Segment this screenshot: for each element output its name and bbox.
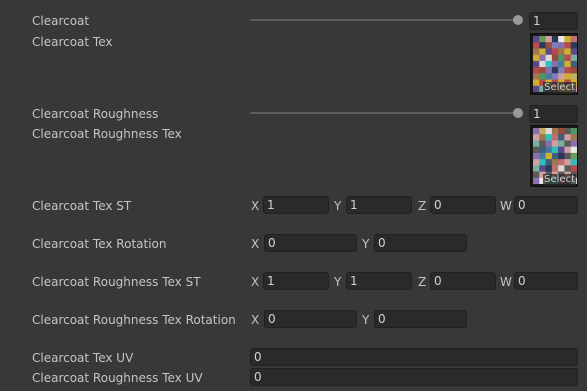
clearcoat-tex-uv-field[interactable]: 0 [250, 348, 578, 366]
clearcoat-value-field[interactable]: 1 [529, 12, 578, 30]
clearcoat-tex-st-label: Clearcoat Tex ST [32, 199, 132, 213]
clearcoat-tex-st-x-field[interactable]: 1 [263, 196, 329, 214]
clearcoat-roughness-tex-st-label: Clearcoat Roughness Tex ST [32, 275, 201, 289]
clearcoat-tex-rotation-x-field[interactable]: 0 [264, 234, 357, 252]
y-axis-label: Y [362, 313, 370, 327]
z-axis-label: Z [418, 275, 427, 289]
clearcoat-roughness-tex-select-button[interactable]: Select [543, 174, 576, 186]
clearcoat-tex-st-w-field[interactable]: 0 [514, 196, 578, 214]
clearcoat-roughness-tex-st-x-field[interactable]: 1 [263, 272, 329, 290]
y-axis-label: Y [362, 237, 370, 251]
clearcoat-tex-select-button[interactable]: Select [543, 82, 576, 94]
x-axis-label: X [251, 199, 260, 213]
clearcoat-roughness-tex-rotation-y-field[interactable]: 0 [374, 310, 467, 328]
clearcoat-roughness-tex-uv-field[interactable]: 0 [250, 368, 578, 386]
x-axis-label: X [251, 313, 260, 327]
clearcoat-slider-thumb[interactable] [513, 15, 523, 25]
clearcoat-tex-rotation-y-field[interactable]: 0 [374, 234, 467, 252]
clearcoat-tex-slot[interactable]: Select [530, 33, 578, 95]
x-axis-label: X [251, 275, 260, 289]
clearcoat-roughness-tex-rotation-label: Clearcoat Roughness Tex Rotation [32, 313, 236, 327]
clearcoat-label: Clearcoat [32, 14, 90, 28]
clearcoat-roughness-label: Clearcoat Roughness [32, 107, 159, 121]
y-axis-label: Y [334, 275, 342, 289]
w-axis-label: W [500, 275, 512, 289]
clearcoat-slider-track[interactable] [250, 19, 518, 21]
w-axis-label: W [500, 199, 512, 213]
clearcoat-roughness-tex-label: Clearcoat Roughness Tex [32, 127, 182, 141]
clearcoat-tex-uv-label: Clearcoat Tex UV [32, 351, 134, 365]
clearcoat-roughness-tex-uv-label: Clearcoat Roughness Tex UV [32, 371, 203, 385]
clearcoat-roughness-slider-thumb[interactable] [513, 108, 523, 118]
clearcoat-roughness-tex-st-w-field[interactable]: 0 [514, 272, 578, 290]
clearcoat-roughness-tex-st-z-field[interactable]: 0 [430, 272, 496, 290]
clearcoat-tex-st-z-field[interactable]: 0 [430, 196, 496, 214]
clearcoat-roughness-slider-track[interactable] [250, 112, 518, 114]
clearcoat-tex-st-y-field[interactable]: 1 [346, 196, 412, 214]
clearcoat-roughness-tex-rotation-x-field[interactable]: 0 [264, 310, 357, 328]
z-axis-label: Z [418, 199, 427, 213]
clearcoat-roughness-value-field[interactable]: 1 [529, 105, 578, 123]
y-axis-label: Y [334, 199, 342, 213]
clearcoat-tex-label: Clearcoat Tex [32, 35, 113, 49]
clearcoat-roughness-tex-st-y-field[interactable]: 1 [346, 272, 412, 290]
clearcoat-roughness-tex-slot[interactable]: Select [530, 125, 578, 187]
x-axis-label: X [251, 237, 260, 251]
clearcoat-tex-rotation-label: Clearcoat Tex Rotation [32, 237, 167, 251]
